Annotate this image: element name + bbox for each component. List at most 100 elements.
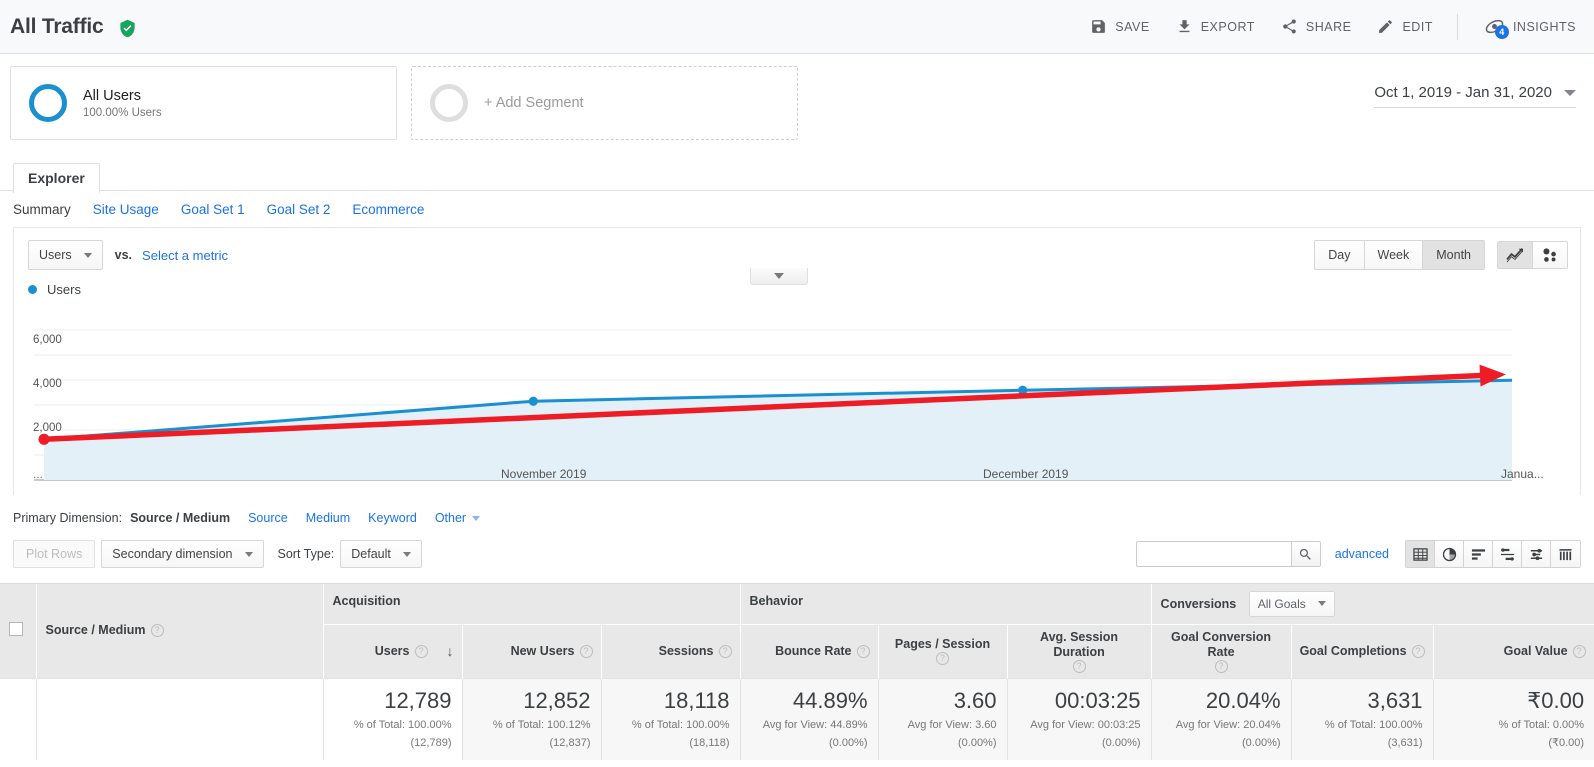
- segment-ring-icon: [29, 84, 67, 122]
- summary-goal-completions-sub1: % of Total: 100.00%: [1324, 718, 1423, 731]
- column-header-new-users[interactable]: New Users ?: [462, 623, 602, 678]
- primary-dimension-source[interactable]: Source: [248, 511, 288, 525]
- help-icon[interactable]: ?: [936, 652, 950, 665]
- subtab-site-usage[interactable]: Site Usage: [93, 202, 159, 217]
- column-header-users-label: Users: [374, 643, 410, 658]
- help-icon[interactable]: ?: [718, 644, 732, 658]
- primary-dimension-other-label: Other: [434, 511, 467, 525]
- subtab-ecommerce[interactable]: Ecommerce: [352, 202, 424, 217]
- help-icon[interactable]: ?: [1214, 659, 1228, 673]
- column-header-users[interactable]: Users ? ↓: [323, 623, 463, 678]
- help-icon[interactable]: ?: [1411, 644, 1425, 658]
- share-button[interactable]: SHARE: [1281, 18, 1352, 35]
- summary-goal-value-value: ₹0.00: [1527, 687, 1585, 713]
- chart-type-group: [1497, 241, 1568, 269]
- export-button[interactable]: EXPORT: [1176, 18, 1255, 35]
- granularity-week[interactable]: Week: [1364, 241, 1424, 269]
- all-goals-select[interactable]: All Goals: [1248, 590, 1335, 617]
- granularity-day[interactable]: Day: [1315, 241, 1365, 269]
- column-header-goal-completions-label: Goal Completions: [1299, 643, 1407, 658]
- chart-data-point[interactable]: [528, 396, 538, 406]
- column-header-sessions[interactable]: Sessions ?: [601, 623, 741, 678]
- help-icon[interactable]: ?: [150, 624, 164, 638]
- column-header-pages-session-label: Pages / Session: [894, 637, 991, 651]
- chart-collapse-handle[interactable]: [750, 268, 808, 285]
- select-a-metric-link[interactable]: Select a metric: [142, 248, 228, 263]
- summary-cell-pages-session: 3.60 Avg for View: 3.60 (0.00%): [878, 677, 1008, 760]
- primary-dimension-medium[interactable]: Medium: [306, 511, 350, 525]
- vs-label: vs.: [114, 248, 133, 262]
- advanced-link[interactable]: advanced: [1335, 547, 1389, 561]
- column-header-pages-session[interactable]: Pages / Session ?: [878, 623, 1008, 678]
- help-icon[interactable]: ?: [856, 644, 870, 658]
- group-header-acquisition: Acquisition: [323, 584, 741, 624]
- verified-shield-icon: [118, 19, 137, 38]
- edit-label: EDIT: [1402, 19, 1433, 34]
- save-button[interactable]: SAVE: [1090, 18, 1149, 35]
- column-header-goal-value[interactable]: Goal Value ?: [1433, 623, 1594, 678]
- primary-dimension-label: Primary Dimension:: [13, 511, 123, 525]
- scatter-plot-icon[interactable]: [1533, 242, 1567, 268]
- sort-type-label: Sort Type:: [277, 547, 335, 561]
- insights-button[interactable]: 4 INSIGHTS: [1484, 16, 1576, 39]
- granularity-month[interactable]: Month: [1423, 241, 1484, 269]
- line-chart-icon[interactable]: [1498, 242, 1533, 268]
- tab-explorer[interactable]: Explorer: [13, 163, 100, 193]
- search-button[interactable]: [1290, 541, 1321, 567]
- subtab-goal-set-1[interactable]: Goal Set 1: [181, 202, 245, 217]
- performance-view-icon[interactable]: [1464, 541, 1493, 567]
- terms-cloud-view-icon[interactable]: [1522, 541, 1551, 567]
- summary-cell-sessions: 18,118 % of Total: 100.00% (18,118): [601, 677, 741, 760]
- subtab-goal-set-2[interactable]: Goal Set 2: [267, 202, 331, 217]
- chevron-down-icon: [244, 551, 253, 557]
- dimension-header-cell: Source / Medium ?: [36, 584, 324, 678]
- group-header-behavior-label: Behavior: [749, 594, 804, 608]
- sort-type-select[interactable]: Default: [340, 540, 422, 568]
- chevron-down-icon: [774, 273, 784, 279]
- insights-label: INSIGHTS: [1512, 19, 1576, 34]
- metric-select[interactable]: Users: [28, 240, 103, 270]
- help-icon[interactable]: ?: [1072, 659, 1086, 673]
- pie-chart-view-icon[interactable]: [1435, 541, 1464, 567]
- secondary-dimension-button[interactable]: Secondary dimension: [101, 540, 264, 568]
- select-all-checkbox[interactable]: [9, 622, 23, 637]
- column-header-goal-completions[interactable]: Goal Completions ?: [1291, 623, 1434, 678]
- pivot-view-icon[interactable]: [1551, 541, 1580, 567]
- column-header-avg-session-duration[interactable]: Avg. Session Duration ?: [1007, 623, 1152, 678]
- page-title: All Traffic: [10, 15, 137, 39]
- toolbar-divider: [1456, 13, 1458, 40]
- help-icon[interactable]: ?: [414, 644, 428, 658]
- table-toolbar: Plot Rows Secondary dimension Sort Type:…: [13, 539, 1581, 569]
- comparison-view-icon[interactable]: [1493, 541, 1522, 567]
- help-icon[interactable]: ?: [579, 644, 593, 658]
- edit-button[interactable]: EDIT: [1377, 18, 1432, 35]
- secondary-dimension-label: Secondary dimension: [112, 547, 233, 561]
- dimension-header-label: Source / Medium: [45, 623, 146, 638]
- help-icon[interactable]: ?: [1572, 644, 1586, 658]
- x-tick-january: Janua...: [1501, 467, 1544, 481]
- summary-cell-goal-value: ₹0.00 % of Total: 0.00% (₹0.00): [1433, 677, 1594, 760]
- column-header-bounce-rate[interactable]: Bounce Rate ?: [740, 623, 879, 678]
- date-range-picker[interactable]: Oct 1, 2019 - Jan 31, 2020: [1374, 84, 1576, 108]
- primary-dimension-source-medium[interactable]: Source / Medium: [130, 511, 230, 525]
- all-goals-value: All Goals: [1257, 596, 1306, 611]
- summary-bounce-rate-value: 44.89%: [792, 687, 868, 713]
- add-segment-button[interactable]: + Add Segment: [411, 66, 798, 140]
- search-input[interactable]: [1135, 541, 1291, 567]
- sort-descending-icon: ↓: [446, 642, 454, 659]
- table-search: [1135, 541, 1321, 567]
- primary-dimension-other[interactable]: Other: [434, 511, 481, 525]
- save-icon: [1090, 18, 1107, 35]
- chart-plot-area: 6,000 4,000 2,000 ... November 2019 Decemb…: [14, 320, 1580, 495]
- segment-all-users[interactable]: All Users 100.00% Users: [10, 66, 397, 140]
- summary-cell-avg-session-duration: 00:03:25 Avg for View: 00:03:25 (0.00%): [1007, 677, 1152, 760]
- subtab-summary[interactable]: Summary: [13, 202, 71, 217]
- add-segment-label: + Add Segment: [484, 95, 584, 111]
- table-view-icon[interactable]: [1406, 541, 1435, 567]
- chart-y-tick: 2,000: [33, 422, 62, 434]
- column-header-goal-conversion-rate[interactable]: Goal Conversion Rate ?: [1151, 623, 1292, 678]
- chevron-down-icon: [83, 252, 92, 258]
- primary-dimension-keyword[interactable]: Keyword: [368, 511, 417, 525]
- chart-y-tick: 6,000: [33, 334, 62, 346]
- column-header-goal-value-label: Goal Value: [1503, 643, 1568, 658]
